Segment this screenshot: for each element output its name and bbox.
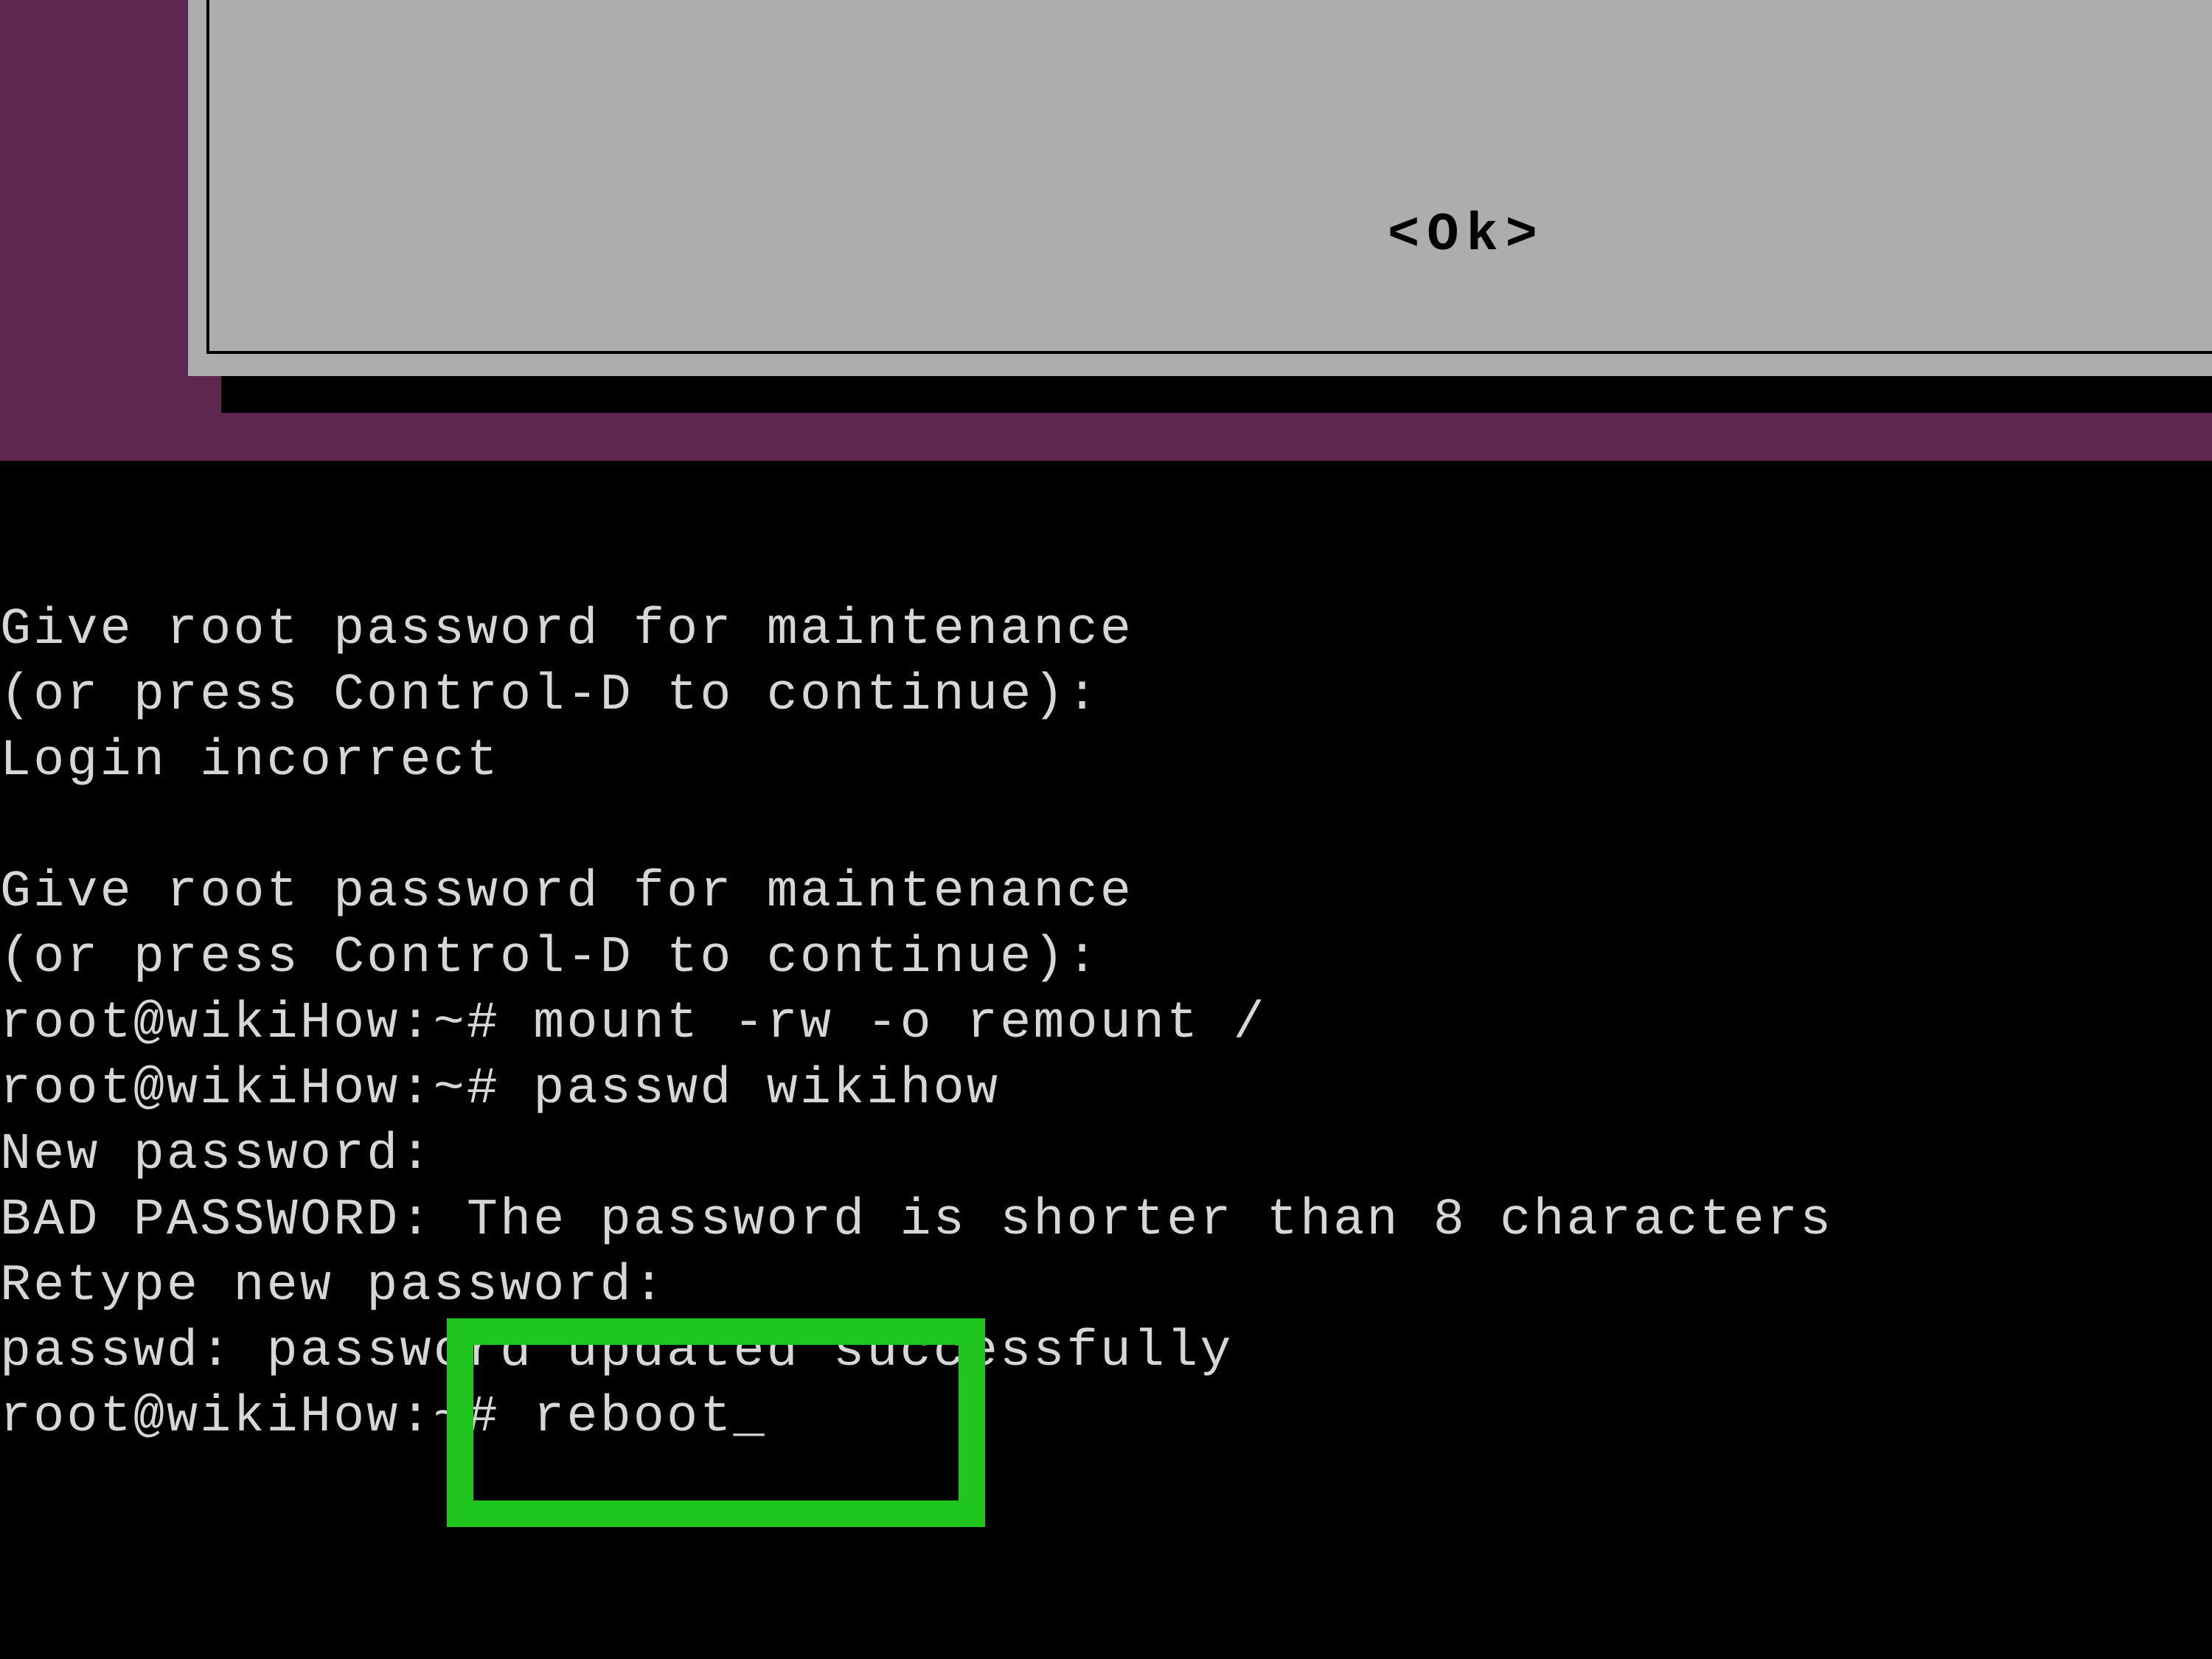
cursor-icon: _ bbox=[734, 1385, 767, 1450]
terminal-command: reboot bbox=[533, 1388, 733, 1447]
terminal-line: BAD PASSWORD: The password is shorter th… bbox=[0, 1192, 1833, 1250]
terminal-output[interactable]: Give root password for maintenance (or p… bbox=[0, 597, 2212, 1450]
terminal-line: New password: bbox=[0, 1126, 434, 1184]
ok-button[interactable]: <Ok> bbox=[1388, 205, 1545, 265]
terminal-line: passwd: password updated successfully bbox=[0, 1323, 1234, 1381]
terminal-line: root@wikiHow:~# passwd wikihow bbox=[0, 1060, 1000, 1119]
terminal-line: root@wikiHow:~# mount -rw -o remount / bbox=[0, 995, 1267, 1053]
terminal-prompt: root@wikiHow:~# bbox=[0, 1388, 533, 1447]
terminal-line: Give root password for maintenance bbox=[0, 601, 1133, 659]
terminal-line: Give root password for maintenance bbox=[0, 863, 1133, 922]
terminal-line: Retype new password: bbox=[0, 1257, 667, 1315]
terminal-line: Login incorrect bbox=[0, 732, 500, 790]
terminal-line: (or press Control-D to continue): bbox=[0, 929, 1100, 987]
dialog-inner bbox=[212, 0, 2212, 348]
terminal-line: (or press Control-D to continue): bbox=[0, 667, 1100, 725]
